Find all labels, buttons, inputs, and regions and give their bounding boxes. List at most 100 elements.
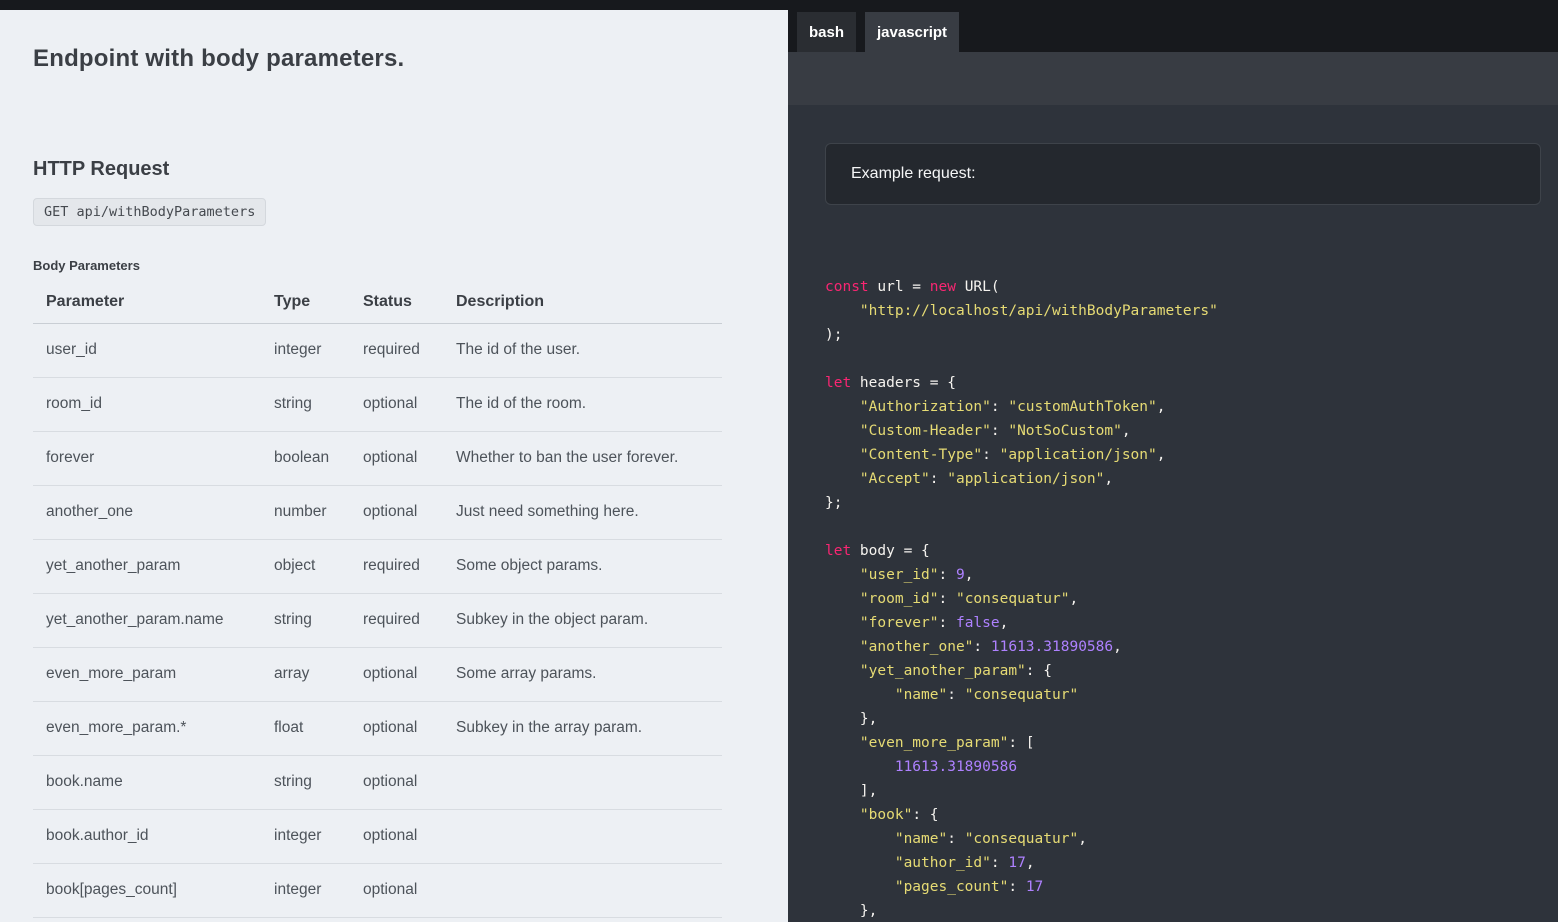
code-line: "Authorization": "customAuthToken",	[825, 395, 1541, 419]
cell-description: The id of the room.	[443, 377, 722, 431]
cell-type: string	[261, 377, 350, 431]
example-request-box: Example request:	[825, 143, 1541, 205]
code-line: );	[825, 323, 1541, 347]
code-token	[825, 591, 860, 607]
code-token: "another_one"	[860, 639, 974, 655]
code-token: };	[825, 495, 842, 511]
table-row: book.author_idintegeroptional	[33, 809, 722, 863]
cell-description: Subkey in the object param.	[443, 593, 722, 647]
table-row: even_more_param.*floatoptionalSubkey in …	[33, 701, 722, 755]
code-token: new	[930, 279, 956, 295]
code-token	[825, 831, 895, 847]
code-token: "forever"	[860, 615, 939, 631]
code-line: },	[825, 899, 1541, 922]
code-line: "another_one": 11613.31890586,	[825, 635, 1541, 659]
cell-status: optional	[350, 755, 443, 809]
code-area: Example request: const url = new URL( "h…	[788, 105, 1558, 922]
cell-parameter: book.name	[33, 755, 261, 809]
code-line	[825, 515, 1541, 539]
code-line: "forever": false,	[825, 611, 1541, 635]
code-token: "name"	[895, 687, 947, 703]
code-line: const url = new URL(	[825, 275, 1541, 299]
code-token: ,	[1069, 591, 1078, 607]
table-row: even_more_paramarrayoptionalSome array p…	[33, 647, 722, 701]
code-token: let	[825, 375, 851, 391]
code-token: ,	[1113, 639, 1122, 655]
cell-description: Just need something here.	[443, 485, 722, 539]
code-token: ,	[965, 567, 974, 583]
code-token: 11613.31890586	[991, 639, 1113, 655]
code-line: let headers = {	[825, 371, 1541, 395]
code-token: :	[991, 399, 1008, 415]
code-token: ,	[1122, 423, 1131, 439]
code-line: "Custom-Header": "NotSoCustom",	[825, 419, 1541, 443]
table-header-row: ParameterTypeStatusDescription	[33, 285, 722, 324]
cell-parameter: even_more_param.*	[33, 701, 261, 755]
code-token: :	[947, 831, 964, 847]
code-token: :	[930, 471, 947, 487]
code-token: "author_id"	[895, 855, 991, 871]
code-token: : {	[912, 807, 938, 823]
code-line: let body = {	[825, 539, 1541, 563]
code-line: "book": {	[825, 803, 1541, 827]
code-token: "even_more_param"	[860, 735, 1008, 751]
cell-status: optional	[350, 863, 443, 917]
cell-parameter: yet_another_param	[33, 539, 261, 593]
code-token: "name"	[895, 831, 947, 847]
code-line: "author_id": 17,	[825, 851, 1541, 875]
tab-javascript[interactable]: javascript	[865, 12, 959, 52]
code-token: "application/json"	[1000, 447, 1157, 463]
http-request-heading: HTTP Request	[33, 157, 755, 181]
code-token	[825, 855, 895, 871]
code-token: "consequatur"	[956, 591, 1070, 607]
body-parameters-label: Body Parameters	[33, 258, 755, 273]
cell-description	[443, 863, 722, 917]
code-line: "room_id": "consequatur",	[825, 587, 1541, 611]
code-line: "http://localhost/api/withBodyParameters…	[825, 299, 1541, 323]
code-token: "yet_another_param"	[860, 663, 1026, 679]
code-token: 11613.31890586	[895, 759, 1017, 775]
code-token: :	[973, 639, 990, 655]
code-token: :	[991, 855, 1008, 871]
code-token: "NotSoCustom"	[1008, 423, 1122, 439]
column-header: Parameter	[33, 285, 261, 324]
params-table-body: user_idintegerrequiredThe id of the user…	[33, 323, 722, 917]
code-token	[825, 447, 860, 463]
code-token: "Authorization"	[860, 399, 991, 415]
code-token: "Custom-Header"	[860, 423, 991, 439]
code-token	[825, 303, 860, 319]
example-request-label: Example request:	[851, 165, 976, 183]
tab-bash[interactable]: bash	[797, 12, 856, 52]
code-panel-header-band	[788, 52, 1558, 105]
code-token: "Content-Type"	[860, 447, 982, 463]
code-token: :	[939, 591, 956, 607]
code-line: "name": "consequatur"	[825, 683, 1541, 707]
code-token: :	[1008, 879, 1025, 895]
code-token: :	[939, 567, 956, 583]
cell-parameter: forever	[33, 431, 261, 485]
code-token	[825, 615, 860, 631]
code-line: "pages_count": 17	[825, 875, 1541, 899]
column-header: Status	[350, 285, 443, 324]
cell-type: object	[261, 539, 350, 593]
cell-status: required	[350, 323, 443, 377]
code-token: "room_id"	[860, 591, 939, 607]
code-token: 17	[1026, 879, 1043, 895]
cell-type: integer	[261, 809, 350, 863]
cell-type: integer	[261, 323, 350, 377]
code-token: ,	[1157, 447, 1166, 463]
code-token: "http://localhost/api/withBodyParameters…	[860, 303, 1218, 319]
code-token: );	[825, 327, 842, 343]
code-token	[825, 687, 895, 703]
code-token: "Accept"	[860, 471, 930, 487]
cell-type: number	[261, 485, 350, 539]
cell-parameter: room_id	[33, 377, 261, 431]
cell-status: optional	[350, 431, 443, 485]
code-token	[825, 663, 860, 679]
body-parameters-table: ParameterTypeStatusDescription user_idin…	[33, 285, 722, 918]
table-row: foreverbooleanoptionalWhether to ban the…	[33, 431, 722, 485]
code-token: let	[825, 543, 851, 559]
code-token	[825, 879, 895, 895]
cell-description: The id of the user.	[443, 323, 722, 377]
cell-parameter: book[pages_count]	[33, 863, 261, 917]
